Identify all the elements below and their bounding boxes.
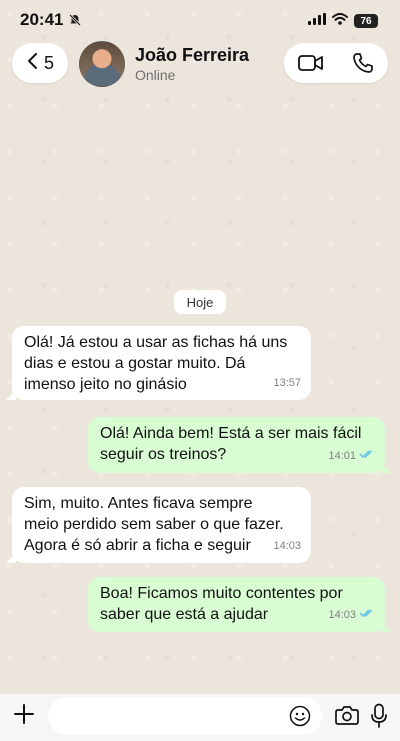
contact-avatar[interactable] [79,41,125,87]
chevron-left-icon [26,52,38,75]
message-time: 14:01 [328,450,356,462]
message-time: 14:03 [328,609,356,621]
bubble-tail [6,553,16,563]
phone-call-icon[interactable] [352,52,374,74]
message-bubble-outgoing[interactable]: Olá! Ainda bem! Está a ser mais fácil se… [88,417,391,473]
silent-bell-icon [68,13,82,32]
message-input[interactable] [48,697,322,735]
microphone-icon[interactable] [369,703,389,729]
message-bubble-outgoing[interactable]: Boa! Ficamos muito contentes por saber q… [88,577,391,632]
add-attachment-icon[interactable] [12,702,36,726]
battery-indicator: 76 [354,14,378,28]
message-bubble-incoming[interactable]: Olá! Já estou a usar as fichas há uns di… [6,326,311,400]
bubble-tail [381,463,391,473]
status-bar: 20:41 76 [0,0,400,40]
video-call-icon[interactable] [298,54,324,72]
contact-name[interactable]: João Ferreira [135,45,249,66]
read-ticks-icon [359,605,375,626]
read-ticks-icon [359,446,375,467]
status-time: 20:41 [20,10,64,29]
back-button[interactable]: 5 [12,43,68,83]
date-separator: Hoje [174,290,226,314]
contact-status: Online [135,67,176,83]
message-line: Boa! Ficamos muito contentes por [100,585,343,602]
message-line: Olá! Ainda bem! Está a ser mais fácil [100,425,362,442]
camera-icon[interactable] [335,704,359,726]
sticker-icon[interactable] [289,705,311,727]
message-line: Sim, muito. Antes ficava sempre [24,495,253,512]
message-line: Agora é só abrir a ficha e seguir [24,537,251,554]
message-bubble-incoming[interactable]: Sim, muito. Antes ficava sempre meio per… [6,487,311,563]
signal-icon [308,12,326,30]
message-line: dias e estou a gostar muito. Dá [24,355,246,372]
message-time: 13:57 [273,377,301,389]
wifi-icon [332,12,348,30]
message-line: imenso jeito no ginásio [24,376,187,393]
message-time: 14:03 [273,540,301,552]
message-line: meio perdido sem saber o que fazer. [24,516,284,533]
message-line: Olá! Já estou a usar as fichas há uns [24,334,288,351]
call-actions [284,43,388,83]
bubble-tail [6,390,16,400]
bubble-tail [381,622,391,632]
unread-count: 5 [43,52,54,73]
